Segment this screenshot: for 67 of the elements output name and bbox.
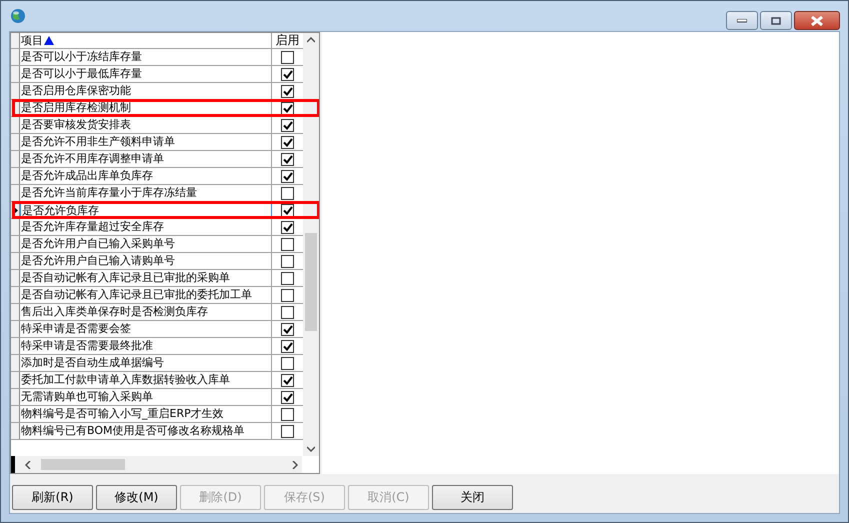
checkbox[interactable] <box>281 272 294 284</box>
checkbox[interactable] <box>281 84 294 98</box>
checkbox[interactable] <box>281 288 294 302</box>
table-cell[interactable]: 是否允许用户自已输入请购单号 <box>20 253 272 269</box>
table-cell[interactable]: 特采申请是否需要会签 <box>20 321 272 337</box>
table-cell[interactable]: 添加时是否自动生成单据编号 <box>20 355 272 371</box>
table-cell[interactable]: 是否允许负库存 <box>20 202 272 218</box>
checkbox[interactable] <box>281 238 294 250</box>
table-cell[interactable]: 是否自动记帐有入库记录且已审批的委托加工单 <box>20 287 272 303</box>
checkbox[interactable] <box>281 340 294 352</box>
table-cell[interactable]: 是否要审核发货安排表 <box>20 117 272 133</box>
table-cell[interactable]: 物料编号已有BOM使用是否可修改名称规格单 <box>20 423 272 439</box>
column-header[interactable]: 启用 <box>272 33 303 48</box>
close-icon <box>811 16 823 26</box>
maximize-button[interactable] <box>760 11 792 30</box>
scroll-right-icon[interactable] <box>292 460 298 468</box>
action-button[interactable]: 关闭 <box>432 485 513 510</box>
checkbox[interactable] <box>281 204 294 216</box>
table-cell[interactable]: 是否自动记帐有入库记录且已审批的采购单 <box>20 270 272 286</box>
checkbox[interactable] <box>281 356 294 370</box>
scroll-thumb[interactable] <box>41 459 125 470</box>
checkbox[interactable] <box>281 306 294 318</box>
table-cell[interactable]: 是否启用库存检测机制 <box>20 100 272 116</box>
table-cell[interactable]: 无需请购单也可输入采购单 <box>20 389 272 405</box>
sort-ascending-icon <box>44 36 54 45</box>
column-header[interactable]: 项目 <box>20 33 272 48</box>
action-button[interactable]: 刷新(R) <box>12 485 93 510</box>
table-cell[interactable]: 是否允许用户自已输入采购单号 <box>20 236 272 252</box>
table-cell[interactable]: 物料编号是否可输入小写_重启ERP才生效 <box>20 406 272 422</box>
scroll-up-icon[interactable] <box>307 37 315 43</box>
minimize-button[interactable] <box>726 11 758 30</box>
table-cell[interactable]: 是否允许成品出库单负库存 <box>20 168 272 184</box>
checkbox[interactable] <box>281 424 294 438</box>
checkbox[interactable] <box>281 186 294 200</box>
globe-icon <box>10 8 26 24</box>
checkbox[interactable] <box>281 408 294 420</box>
table-cell[interactable]: 是否可以小于冻结库存量 <box>20 49 272 65</box>
table-cell[interactable]: 是否允许不用库存调整申请单 <box>20 151 272 167</box>
checkbox[interactable] <box>281 390 294 404</box>
checkbox[interactable] <box>281 374 294 386</box>
checkbox[interactable] <box>281 254 294 268</box>
horizontal-scrollbar[interactable] <box>15 456 302 473</box>
vertical-scrollbar[interactable] <box>303 33 319 456</box>
action-button[interactable]: 修改(M) <box>96 485 177 510</box>
table-cell[interactable]: 是否可以小于最低库存量 <box>20 66 272 82</box>
scroll-thumb[interactable] <box>305 233 317 331</box>
table-cell[interactable]: 是否允许不用非生产领料申请单 <box>20 134 272 150</box>
checkbox[interactable] <box>281 102 294 114</box>
scroll-down-icon[interactable] <box>307 446 315 452</box>
close-button[interactable] <box>794 11 840 30</box>
table-cell[interactable]: 售后出入库类单保存时是否检测负库存 <box>20 304 272 320</box>
maximize-icon <box>771 16 781 24</box>
checkbox[interactable] <box>281 136 294 148</box>
table-cell[interactable]: 是否允许库存量超过安全库存 <box>20 219 272 235</box>
checkbox[interactable] <box>281 322 294 336</box>
table-cell[interactable]: 是否允许当前库存量小于库存冻结量 <box>20 185 272 201</box>
checkbox[interactable] <box>281 50 294 64</box>
checkbox[interactable] <box>281 118 294 132</box>
scroll-left-icon[interactable] <box>25 460 31 468</box>
checkbox[interactable] <box>281 68 294 80</box>
checkbox[interactable] <box>281 220 294 234</box>
checkbox[interactable] <box>281 152 294 166</box>
minimize-icon <box>737 18 747 22</box>
table-cell[interactable]: 是否启用仓库保密功能 <box>20 83 272 99</box>
table-cell[interactable]: 特采申请是否需要最终批准 <box>20 338 272 354</box>
table-cell[interactable]: 委托加工付款申请单入库数据转验收入库单 <box>20 372 272 388</box>
checkbox[interactable] <box>281 170 294 182</box>
